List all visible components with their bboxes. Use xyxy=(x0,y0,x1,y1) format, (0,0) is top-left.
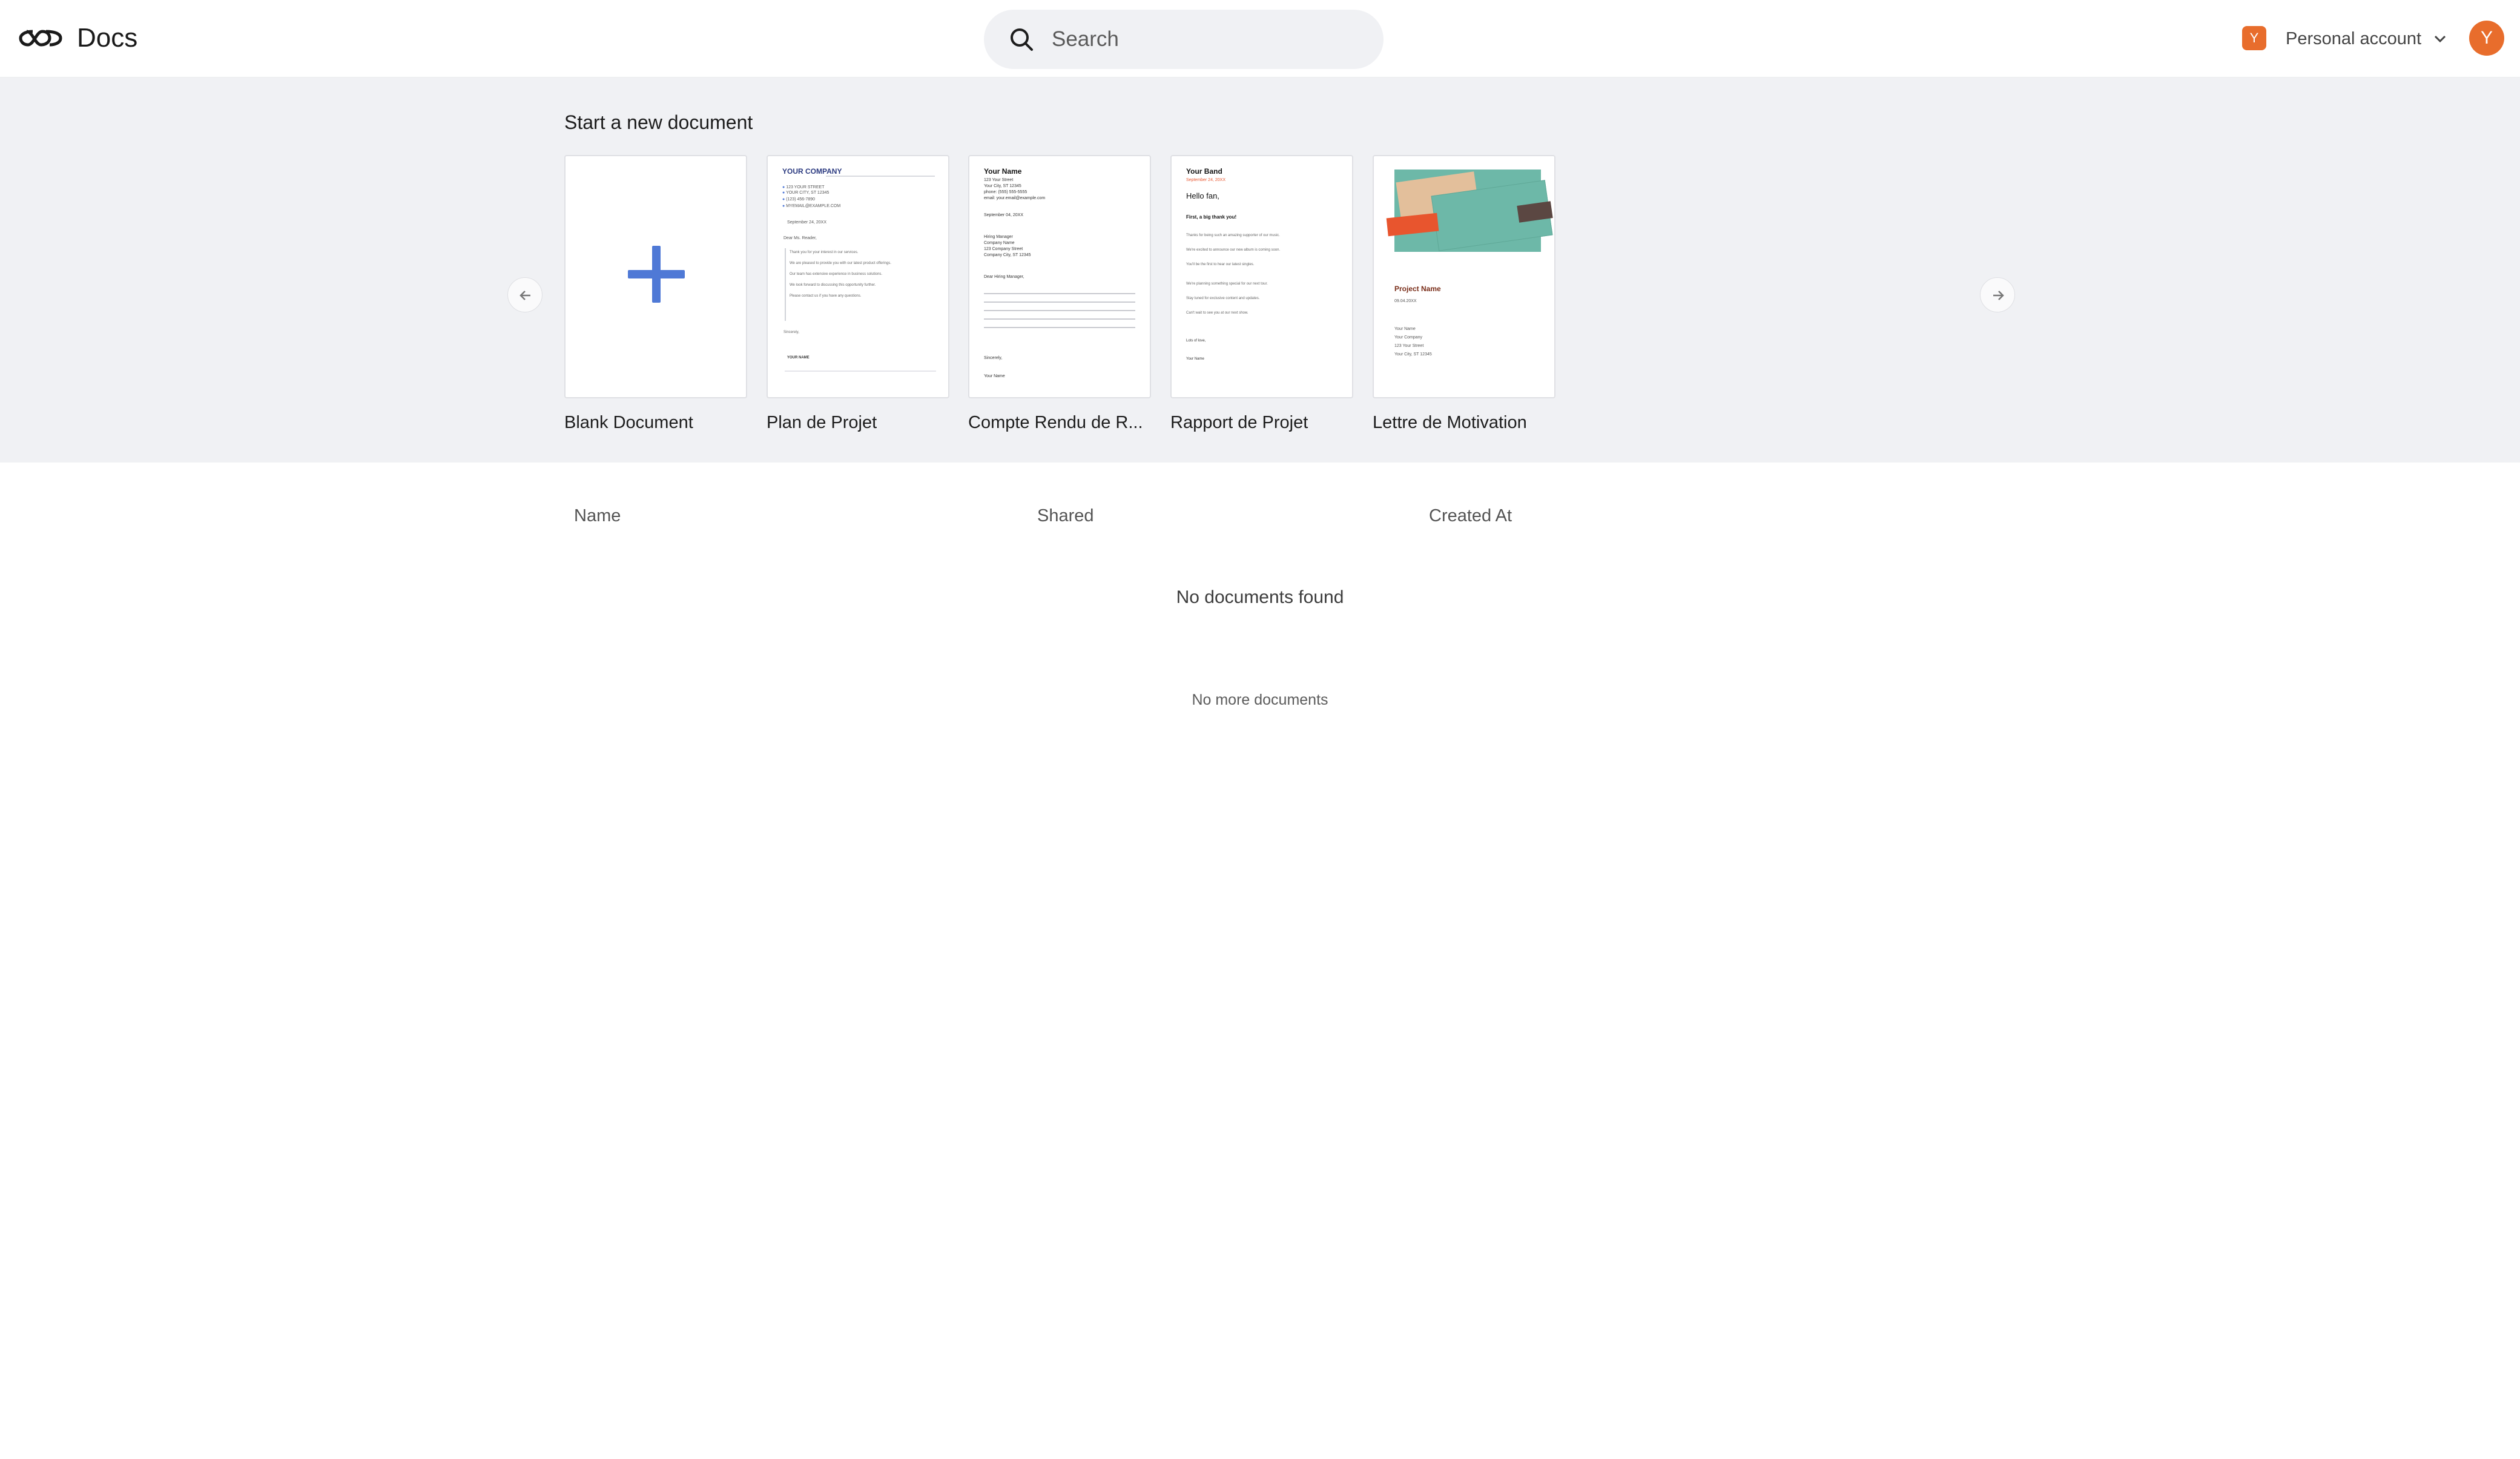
template-preview: Your Name 123 Your Street Your City, ST … xyxy=(969,156,1150,397)
template-preview: YOUR COMPANY ● 123 YOUR STREET ● YOUR CI… xyxy=(768,156,948,397)
preview-recipient-2: Company Name xyxy=(984,241,1015,245)
template-card-plan-de-projet[interactable]: YOUR COMPANY ● 123 YOUR STREET ● YOUR CI… xyxy=(767,155,949,435)
preview-thanks: First, a big thank you! xyxy=(1186,214,1237,220)
preview-body-4: We're planning something special for our… xyxy=(1186,282,1268,286)
preview-body-3: Our team has extensive experience in bus… xyxy=(790,272,883,276)
template-label: Compte Rendu de R... xyxy=(968,413,1143,432)
template-card-blank[interactable]: Blank Document xyxy=(564,155,747,435)
preview-closing: Sincerely, xyxy=(984,356,1003,360)
search-icon xyxy=(1011,28,1033,51)
preview-address-1: 123 Your Street xyxy=(984,178,1014,182)
preview-address-2: Your City, ST 12345 xyxy=(984,184,1021,188)
preview-greeting: Dear Ms. Reader, xyxy=(783,236,817,240)
template-preview: Your Band September 24, 20XX Hello fan, … xyxy=(1172,156,1352,397)
user-avatar[interactable]: Y xyxy=(2469,21,2504,56)
preview-contact-3: ● (123) 456-7890 xyxy=(782,197,816,202)
column-header-name[interactable]: Name xyxy=(574,504,621,528)
chevron-down-icon xyxy=(2435,35,2446,43)
preview-hello: Hello fan, xyxy=(1186,191,1219,200)
preview-recipient-4: Company City, ST 12345 xyxy=(984,253,1031,257)
preview-body-5: Stay tuned for exclusive content and upd… xyxy=(1186,297,1260,300)
template-card-compte-rendu[interactable]: Your Name 123 Your Street Your City, ST … xyxy=(968,155,1151,435)
preview-address-4: email: your.email@example.com xyxy=(984,196,1046,200)
search-input[interactable] xyxy=(1052,10,1367,69)
templates-section: Start a new document Blank Document YOUR… xyxy=(0,77,2520,463)
preview-greeting: Dear Hiring Manager, xyxy=(984,275,1024,279)
account-switcher[interactable]: Personal account xyxy=(2286,22,2447,56)
preview-company: YOUR COMPANY xyxy=(782,167,842,176)
preview-body-1: Thanks for being such an amazing support… xyxy=(1186,234,1280,237)
column-header-shared[interactable]: Shared xyxy=(1037,504,1094,528)
preview-body-5: Please contact us if you have any questi… xyxy=(790,294,862,298)
list-footer-message: No more documents xyxy=(1192,691,1328,708)
arrow-left-icon xyxy=(520,291,530,300)
template-thumbnail[interactable]: Your Name 123 Your Street Your City, ST … xyxy=(968,155,1151,398)
account-badge: Y xyxy=(2242,26,2266,50)
preview-band: Your Band xyxy=(1186,167,1222,176)
template-thumbnail[interactable]: YOUR COMPANY ● 123 YOUR STREET ● YOUR CI… xyxy=(767,155,949,398)
preview-contact-1: ● 123 YOUR STREET xyxy=(782,185,825,189)
preview-signature: Your Name xyxy=(984,374,1005,378)
preview-date: September 04, 20XX xyxy=(984,213,1023,217)
app-title[interactable]: Docs xyxy=(77,21,137,56)
preview-date: 09.04.20XX xyxy=(1394,299,1417,303)
preview-project: Project Name xyxy=(1394,285,1441,293)
column-header-created-at[interactable]: Created At xyxy=(1429,504,1512,528)
template-label: Lettre de Motivation xyxy=(1373,413,1527,432)
preview-detail-1: Your Name xyxy=(1394,327,1416,331)
templates-next-button[interactable] xyxy=(1980,277,2015,312)
preview-signature: Your Name xyxy=(1186,357,1204,361)
preview-closing: Lots of love, xyxy=(1186,339,1206,343)
section-title: Start a new document xyxy=(564,111,753,133)
template-thumbnail[interactable]: Your Band September 24, 20XX Hello fan, … xyxy=(1170,155,1353,398)
preview-detail-4: Your City, ST 12345 xyxy=(1394,352,1432,357)
search-bar[interactable] xyxy=(984,10,1384,69)
empty-state-message: No documents found xyxy=(1176,587,1344,607)
template-card-rapport-de-projet[interactable]: Your Band September 24, 20XX Hello fan, … xyxy=(1170,155,1353,435)
preview-date: September 24, 20XX xyxy=(787,220,826,225)
template-thumbnail[interactable] xyxy=(564,155,747,398)
preview-contact-4: ● MYEMAIL@EXAMPLE.COM xyxy=(782,204,841,208)
template-thumbnail[interactable]: Project Name 09.04.20XX Your Name Your C… xyxy=(1373,155,1555,398)
template-card-lettre-de-motivation[interactable]: Project Name 09.04.20XX Your Name Your C… xyxy=(1373,155,1555,435)
template-label: Rapport de Projet xyxy=(1170,413,1308,432)
preview-body-6: Can't wait to see you at our next show. xyxy=(1186,311,1248,315)
preview-body-4: We look forward to discussing this oppor… xyxy=(790,283,876,287)
preview-body-2: We are pleased to provide you with our l… xyxy=(790,262,891,265)
templates-prev-button[interactable] xyxy=(507,277,543,312)
preview-address-3: phone: (555) 555-5555 xyxy=(984,190,1027,194)
plus-icon-vertical xyxy=(652,246,661,303)
template-label: Plan de Projet xyxy=(767,413,877,432)
preview-recipient-3: 123 Company Street xyxy=(984,247,1023,251)
preview-name: Your Name xyxy=(984,167,1022,176)
account-label: Personal account xyxy=(2286,28,2422,48)
preview-body-1: Thank you for your interest in our servi… xyxy=(790,251,859,254)
top-bar: Docs Y Personal account Y xyxy=(0,0,2520,77)
preview-closing: Sincerely, xyxy=(783,331,799,334)
docs-logo-icon[interactable] xyxy=(18,27,63,50)
template-label: Blank Document xyxy=(564,413,693,432)
preview-contact-2: ● YOUR CITY, ST 12345 xyxy=(782,191,830,195)
preview-detail-2: Your Company xyxy=(1394,335,1423,340)
preview-detail-3: 123 Your Street xyxy=(1394,344,1424,348)
preview-recipient-1: Hiring Manager xyxy=(984,235,1013,239)
preview-body-3: You'll be the first to hear our latest s… xyxy=(1186,263,1255,266)
preview-date: September 24, 20XX xyxy=(1186,178,1225,182)
arrow-right-icon xyxy=(1993,291,2004,300)
preview-body-2: We're excited to announce our new album … xyxy=(1186,248,1281,252)
preview-signature: YOUR NAME xyxy=(787,356,810,360)
template-preview: Project Name 09.04.20XX Your Name Your C… xyxy=(1374,156,1554,397)
